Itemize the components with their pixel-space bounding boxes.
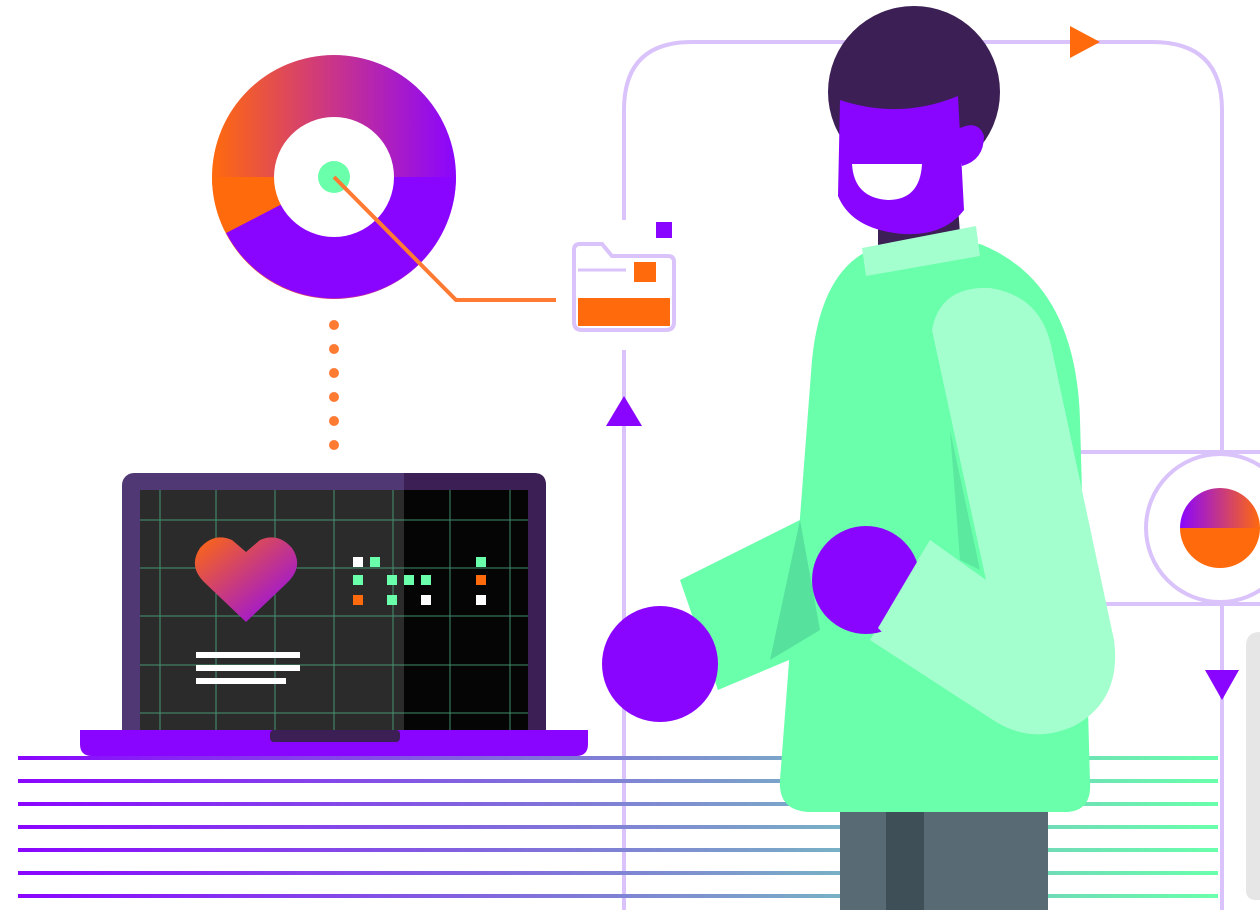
folder-square-accent [656,222,672,238]
arrow-up-icon [606,396,642,426]
arrow-right-icon [1070,26,1100,58]
person-legs [840,800,1048,910]
dotted-connector [329,320,339,450]
side-card [1246,632,1260,900]
person [602,6,1116,910]
illustration-scene [18,6,1260,910]
laptop [80,473,588,756]
arrow-down-icon [1205,670,1239,700]
donut-chart [212,55,556,302]
folder-icon [572,222,676,332]
text-lines-icon [196,652,300,684]
person-left-hand [602,606,718,722]
badge-half-circle [1144,452,1260,604]
